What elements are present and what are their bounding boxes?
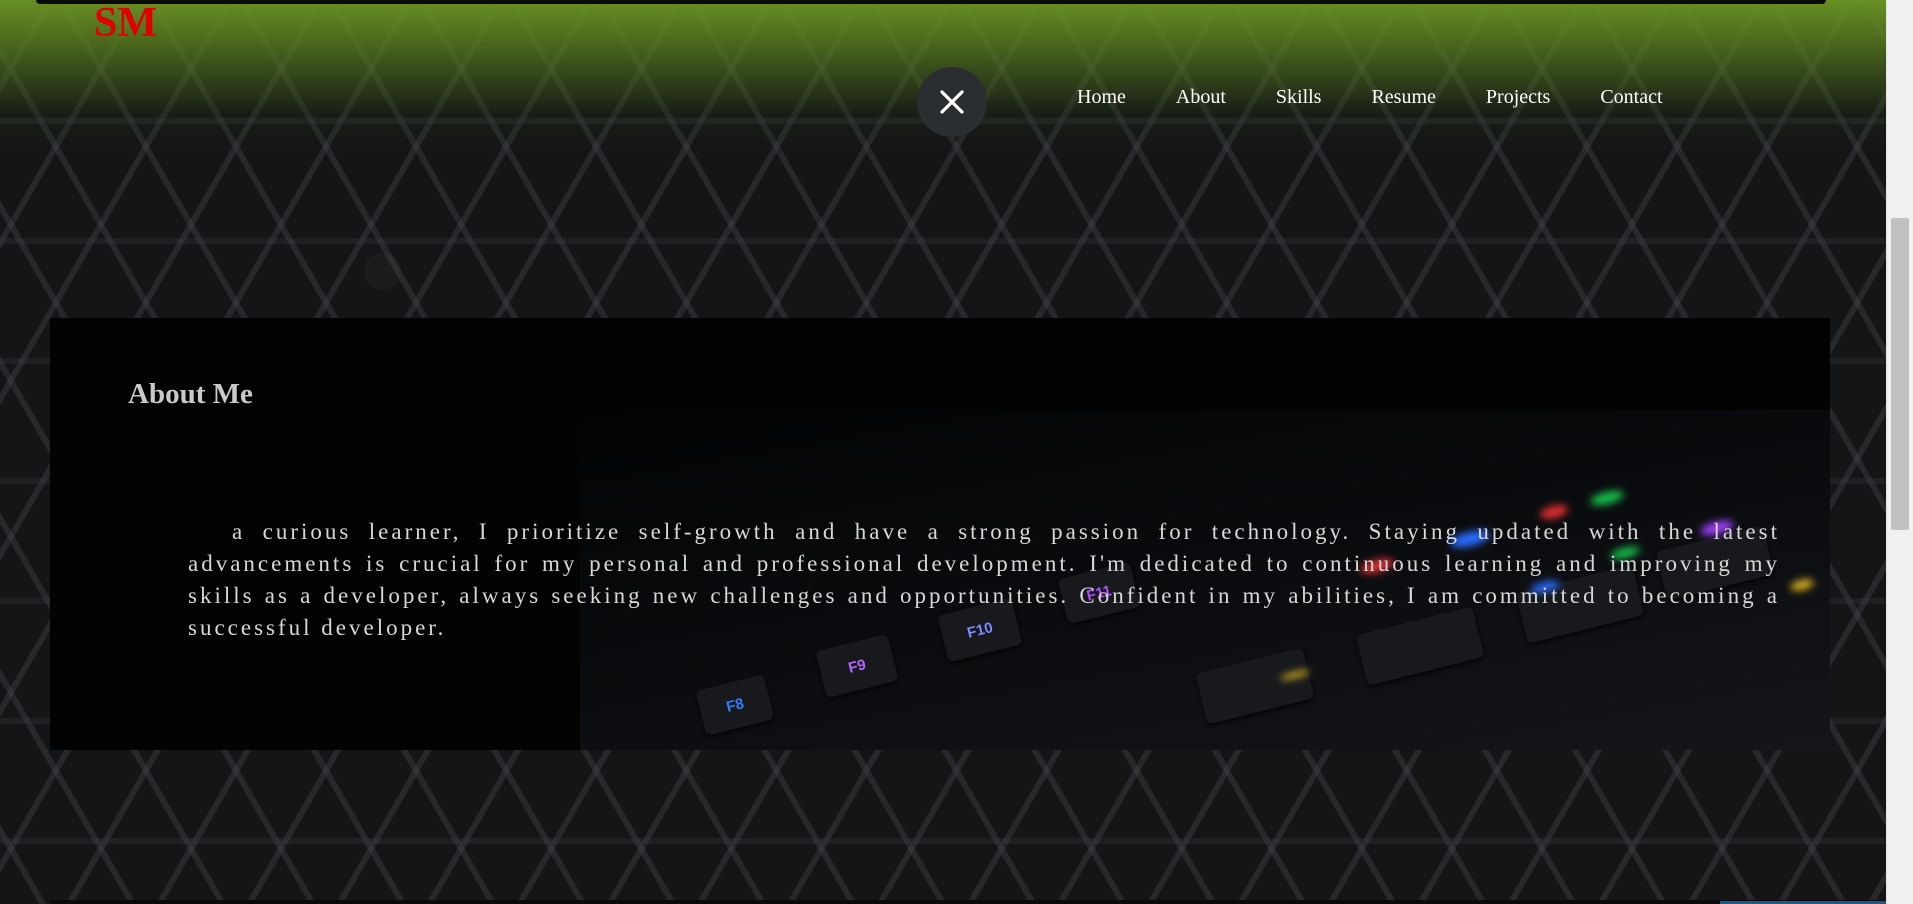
page: SM Home About Skills Resume Projects Con… xyxy=(0,0,1887,904)
vertical-scrollbar[interactable] xyxy=(1886,0,1913,904)
site-logo[interactable]: SM xyxy=(94,0,157,46)
key-f8: F8 xyxy=(695,674,775,736)
about-title: About Me xyxy=(128,378,253,410)
main-nav: Home About Skills Resume Projects Contac… xyxy=(1077,86,1713,109)
nav-home[interactable]: Home xyxy=(1077,86,1126,109)
nav-resume[interactable]: Resume xyxy=(1371,86,1435,109)
scrollbar-thumb[interactable] xyxy=(1891,218,1909,530)
key-glow xyxy=(1789,577,1815,593)
about-section: F8 F9 F10 F11 About Me a curious learner… xyxy=(50,318,1830,750)
close-icon xyxy=(940,90,964,114)
footer-border xyxy=(50,900,1887,904)
key xyxy=(1195,647,1315,725)
header-top-border xyxy=(36,0,1826,4)
about-paragraph: a curious learner, I prioritize self-gro… xyxy=(188,519,1780,640)
nav-skills[interactable]: Skills xyxy=(1276,86,1322,109)
nav-projects[interactable]: Projects xyxy=(1486,86,1550,109)
menu-close-button[interactable] xyxy=(917,67,987,137)
nav-about[interactable]: About xyxy=(1176,86,1226,109)
key-glow xyxy=(1589,488,1625,508)
nav-contact[interactable]: Contact xyxy=(1600,86,1662,109)
